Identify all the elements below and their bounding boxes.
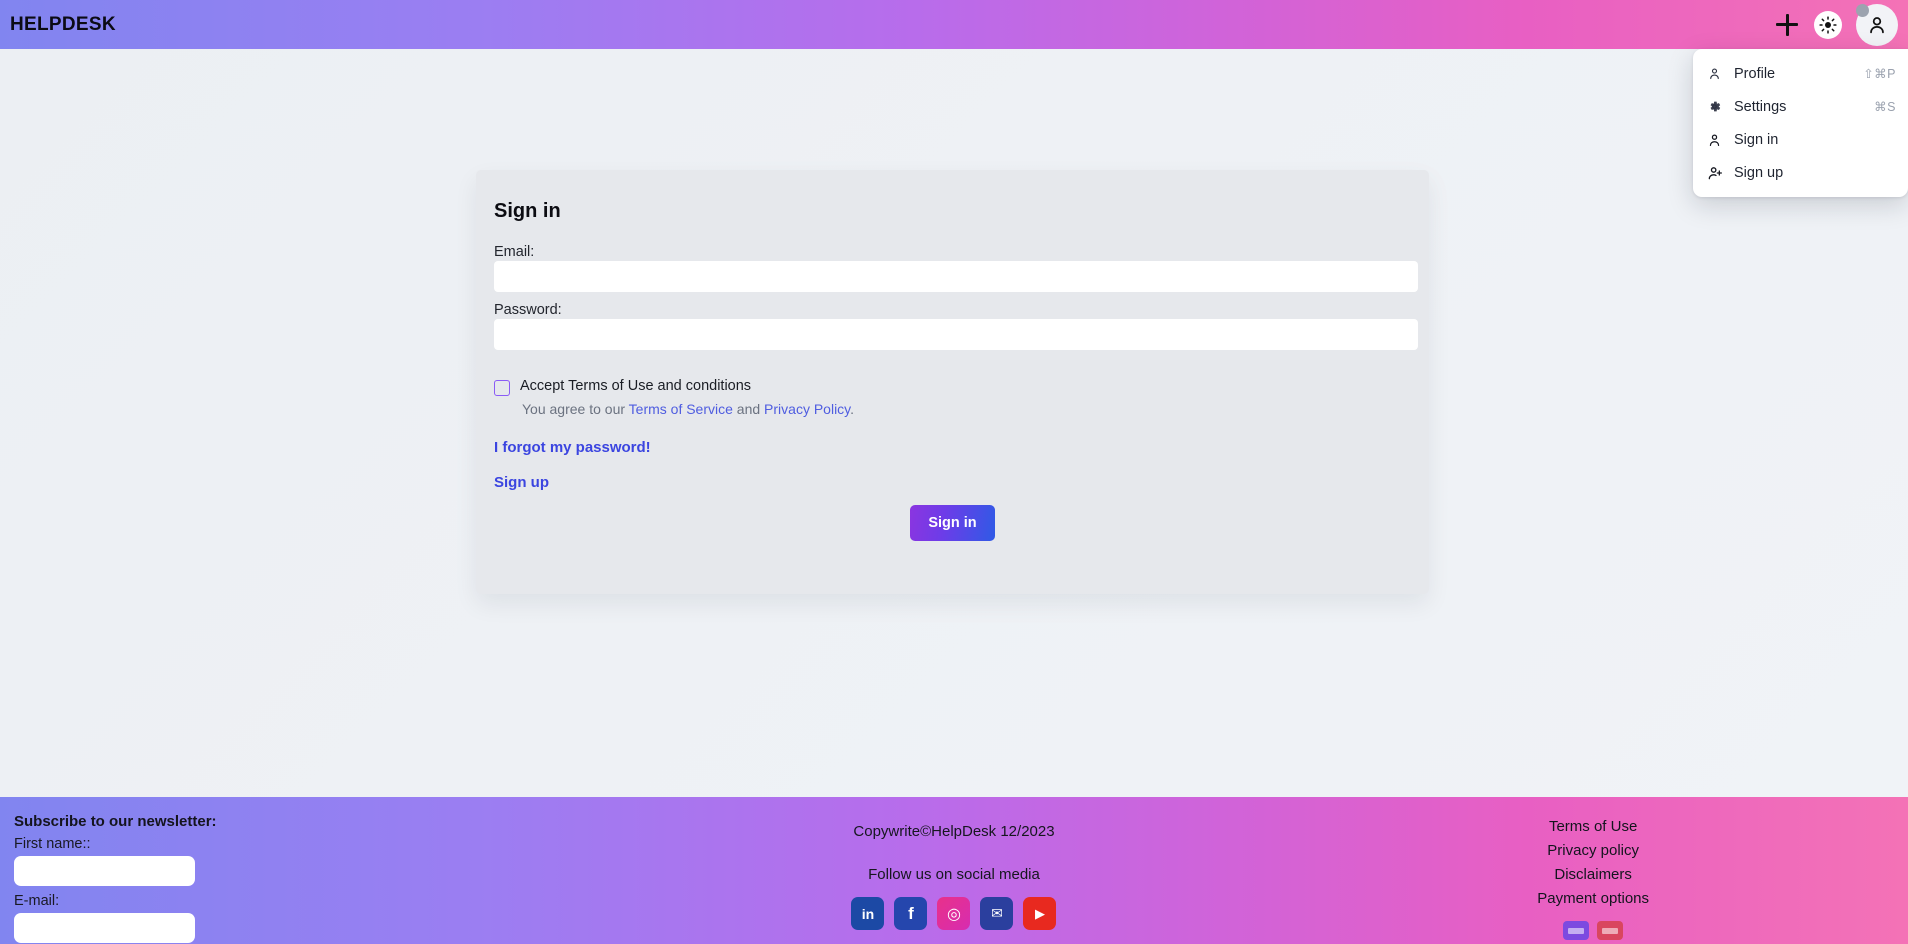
terms-prefix-text: You agree to our <box>522 401 629 417</box>
user-plus-icon <box>1707 165 1727 181</box>
menu-item-label: Sign in <box>1734 131 1779 148</box>
menu-item-label: Sign up <box>1734 164 1784 181</box>
user-icon <box>1707 66 1727 81</box>
footer-link-payment-options[interactable]: Payment options <box>1537 887 1649 911</box>
terms-middle-text: and <box>732 401 765 417</box>
sign-in-card: Sign in Email: Password: Accept Terms of… <box>476 170 1429 594</box>
accept-terms-checkbox[interactable] <box>494 380 510 396</box>
payment-card-visa[interactable] <box>1563 921 1590 940</box>
facebook-glyph: f <box>908 903 914 923</box>
accept-terms-label: Accept Terms of Use and conditions <box>520 378 752 394</box>
menu-item-sign-in[interactable]: Sign in <box>1693 123 1908 156</box>
account-dropdown-menu: Profile ⇧⌘P Settings ⌘S Sign in Sign up <box>1693 49 1908 197</box>
password-field[interactable] <box>494 319 1418 350</box>
twitter-icon[interactable]: ✉ <box>980 897 1014 930</box>
brightness-icon <box>1819 15 1837 34</box>
user-icon <box>1870 16 1884 33</box>
menu-item-profile[interactable]: Profile ⇧⌘P <box>1693 57 1908 90</box>
footer-links-section: Terms of Use Privacy policy Disclaimers … <box>1278 797 1908 944</box>
first-name-field[interactable] <box>14 856 195 886</box>
sign-up-link[interactable]: Sign up <box>494 474 1411 491</box>
menu-item-label: Profile <box>1734 65 1776 82</box>
facebook-icon[interactable]: f <box>894 897 928 930</box>
footer-link-disclaimers[interactable]: Disclaimers <box>1554 863 1632 887</box>
footer-link-terms-of-use[interactable]: Terms of Use <box>1549 815 1637 839</box>
app-brand-title: HELPDESK <box>10 13 116 35</box>
payment-methods-row <box>1563 921 1624 940</box>
menu-item-sign-up[interactable]: Sign up <box>1693 156 1908 189</box>
newsletter-title: Subscribe to our newsletter: <box>14 813 217 830</box>
newsletter-section: Subscribe to our newsletter: First name:… <box>0 797 630 944</box>
page-footer: Subscribe to our newsletter: First name:… <box>0 797 1908 944</box>
privacy-policy-link[interactable]: Privacy Policy <box>764 401 850 417</box>
payment-card-mastercard[interactable] <box>1597 921 1624 940</box>
page-title: Sign in <box>494 200 561 222</box>
footer-link-privacy-policy[interactable]: Privacy policy <box>1547 839 1639 863</box>
top-bar-actions <box>1774 0 1908 49</box>
user-icon <box>1707 132 1727 148</box>
password-label: Password: <box>494 302 562 318</box>
avatar[interactable] <box>1856 3 1898 46</box>
sign-in-button[interactable]: Sign in <box>910 505 995 541</box>
card-stripe <box>1602 927 1619 934</box>
email-label: Email: <box>494 244 535 260</box>
terms-agreement-text: You agree to our Terms of Service and Pr… <box>522 401 1411 417</box>
menu-item-label: Settings <box>1734 98 1787 115</box>
menu-item-shortcut: ⌘S <box>1874 100 1896 114</box>
copyright-text: Copywrite©HelpDesk 12/2023 <box>853 823 1055 840</box>
follow-us-text: Follow us on social media <box>868 866 1040 883</box>
youtube-icon[interactable]: ▶ <box>1023 897 1057 930</box>
plus-icon[interactable] <box>1774 12 1800 38</box>
avatar-status-badge <box>1856 3 1869 17</box>
social-links-row: in f ◎ ✉ ▶ <box>630 897 1279 930</box>
terms-suffix-text: . <box>850 401 855 417</box>
submit-row: Sign in <box>494 505 1411 541</box>
forgot-password-link[interactable]: I forgot my password! <box>494 439 1411 456</box>
newsletter-email-field[interactable] <box>14 913 195 943</box>
main-content-area: Sign in Email: Password: Accept Terms of… <box>0 49 1908 797</box>
youtube-glyph: ▶ <box>1034 905 1045 921</box>
top-navigation-bar: HELPDESK <box>0 0 1908 49</box>
menu-item-settings[interactable]: Settings ⌘S <box>1693 90 1908 123</box>
accept-terms-row: Accept Terms of Use and conditions <box>494 378 1411 396</box>
linkedin-glyph: in <box>861 905 875 922</box>
footer-center-section: Copywrite©HelpDesk 12/2023 Follow us on … <box>630 797 1279 944</box>
linkedin-icon[interactable]: in <box>851 897 885 930</box>
instagram-glyph: ◎ <box>947 905 961 923</box>
first-name-label: First name:: <box>14 836 91 852</box>
menu-item-shortcut: ⇧⌘P <box>1863 67 1896 81</box>
card-stripe <box>1568 927 1585 934</box>
instagram-icon[interactable]: ◎ <box>937 897 971 930</box>
terms-of-service-link[interactable]: Terms of Service <box>629 401 733 417</box>
email-field[interactable] <box>494 261 1418 292</box>
newsletter-email-label: E-mail: <box>14 893 60 909</box>
gear-icon <box>1707 99 1727 114</box>
twitter-glyph: ✉ <box>991 905 1003 921</box>
theme-toggle-button[interactable] <box>1814 10 1842 39</box>
